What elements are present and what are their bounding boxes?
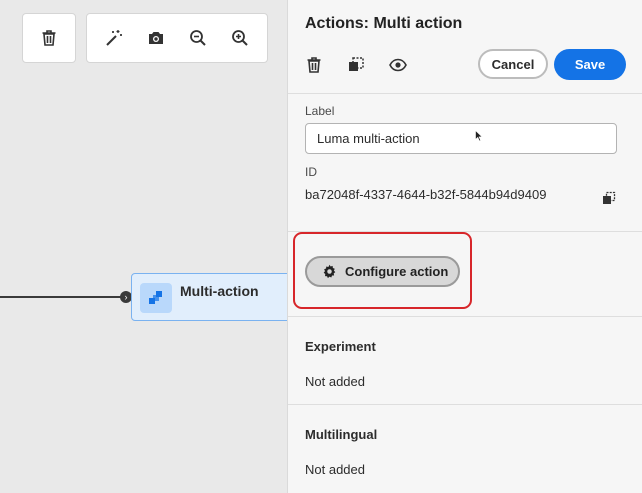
multilingual-title: Multilingual [305, 427, 378, 442]
label-caption: Label [305, 104, 335, 118]
mouse-cursor-icon [475, 130, 483, 142]
auto-arrange-button[interactable] [99, 23, 129, 53]
panel-title: Actions: Multi action [305, 15, 463, 32]
canvas-toolbar-delete [22, 13, 76, 63]
zoom-out-button[interactable] [183, 23, 213, 53]
multilingual-value: Not added [305, 462, 365, 477]
connector-line [0, 296, 124, 298]
label-input[interactable] [305, 123, 617, 154]
journey-canvas[interactable]: › Multi-action [0, 0, 301, 493]
gear-icon [323, 264, 336, 279]
copy-icon[interactable] [601, 190, 617, 206]
save-button[interactable]: Save [554, 49, 626, 80]
label-section [288, 93, 642, 231]
camera-icon [149, 32, 163, 44]
cancel-button[interactable]: Cancel [478, 49, 548, 79]
eye-icon[interactable] [388, 55, 408, 75]
experiment-section [288, 316, 642, 404]
id-value: ba72048f-4337-4644-b32f-5844b94d9409 [305, 187, 547, 202]
screenshot-button[interactable] [141, 23, 171, 53]
id-caption: ID [305, 165, 317, 179]
zoom-out-icon [190, 30, 206, 46]
zoom-in-icon [232, 30, 248, 46]
magic-wand-icon [106, 30, 122, 46]
experiment-title: Experiment [305, 339, 376, 354]
trash-icon [42, 30, 56, 46]
duplicate-icon[interactable] [346, 55, 366, 75]
multilingual-section [288, 404, 642, 493]
multi-action-node[interactable]: Multi-action [131, 273, 301, 321]
trash-icon[interactable] [304, 55, 324, 75]
canvas-toolbar [86, 13, 268, 63]
delete-button[interactable] [34, 23, 64, 53]
properties-panel: Actions: Multi action Cancel Save Label … [287, 0, 642, 493]
panel-header: Actions: Multi action Cancel Save [288, 0, 642, 93]
multi-action-icon [140, 283, 172, 313]
configure-action-button[interactable]: Configure action [305, 256, 460, 287]
zoom-in-button[interactable] [225, 23, 255, 53]
experiment-value: Not added [305, 374, 365, 389]
configure-action-label: Configure action [345, 264, 449, 279]
node-label: Multi-action [180, 283, 259, 299]
